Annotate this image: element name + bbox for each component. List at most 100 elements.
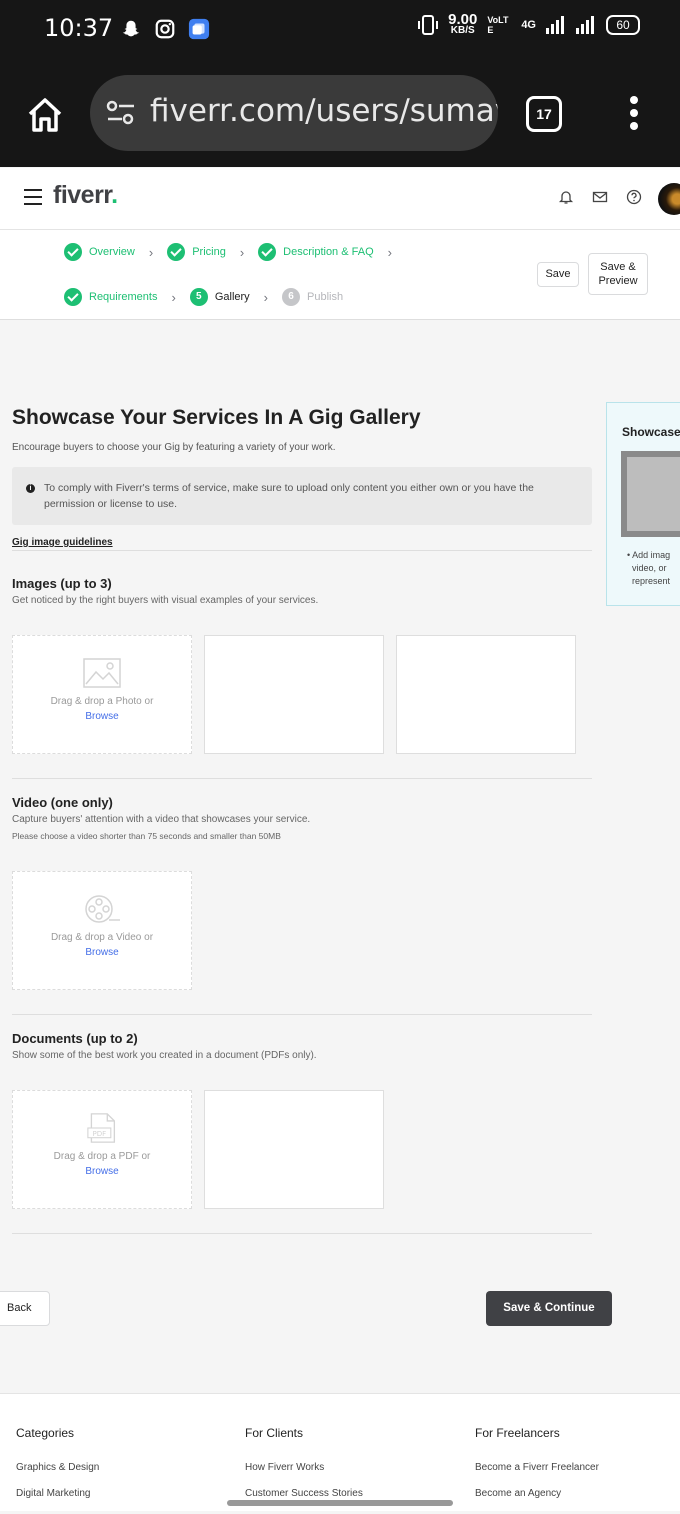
divider	[12, 550, 592, 551]
step-pricing[interactable]: Pricing	[167, 243, 226, 261]
step-description-faq[interactable]: Description & FAQ	[258, 243, 374, 261]
volte-label: VoLTE	[487, 15, 509, 35]
site-settings-icon[interactable]	[106, 100, 136, 126]
browser-menu-icon[interactable]	[628, 96, 640, 136]
divider	[12, 778, 592, 779]
document-slot-2[interactable]	[204, 1090, 384, 1209]
home-icon[interactable]	[26, 96, 64, 134]
save-continue-button[interactable]: Save & Continue	[486, 1291, 612, 1326]
footer-link[interactable]: Become a Fiverr Freelancer	[475, 1462, 599, 1473]
footer-link[interactable]: Customer Success Stories	[245, 1488, 363, 1499]
images-title: Images (up to 3)	[12, 576, 112, 591]
document-dropzone[interactable]: PDF Drag & drop a PDF or Browse	[12, 1090, 192, 1209]
step-overview[interactable]: Overview	[64, 243, 135, 261]
footer-link[interactable]: Graphics & Design	[16, 1462, 99, 1473]
film-reel-icon	[85, 895, 120, 923]
footer-link[interactable]: Digital Marketing	[16, 1488, 99, 1499]
check-icon	[64, 243, 82, 261]
hamburger-menu-icon[interactable]	[24, 189, 42, 205]
back-button[interactable]: Back	[0, 1291, 50, 1326]
divider	[12, 1233, 592, 1234]
chevron-right-icon: ›	[148, 244, 154, 260]
step-publish[interactable]: 6 Publish	[282, 288, 343, 306]
step-requirements[interactable]: Requirements	[64, 288, 157, 306]
showcase-tip-card: Showcase • Add imag video, or represent	[606, 402, 680, 606]
check-icon	[167, 243, 186, 261]
chevron-right-icon: ›	[387, 244, 392, 260]
site-header: fiverr.	[0, 168, 680, 230]
gallery-form: Showcase Your Services In A Gig Gallery …	[12, 400, 592, 1234]
step-gallery[interactable]: 5 Gallery	[189, 288, 250, 306]
network-type: 4G	[521, 19, 536, 31]
footer-heading: For Freelancers	[475, 1426, 560, 1440]
footer-categories: Categories Graphics & Design Digital Mar…	[16, 1426, 99, 1514]
document-browse-link[interactable]: Browse	[85, 1166, 118, 1177]
documents-description: Show some of the best work you created i…	[12, 1050, 317, 1061]
tab-switcher-button[interactable]: 17	[526, 96, 562, 132]
documents-section: Documents (up to 2) Show some of the bes…	[12, 1031, 592, 1209]
chevron-right-icon: ›	[239, 244, 245, 260]
divider	[12, 1014, 592, 1015]
image-browse-link[interactable]: Browse	[85, 711, 118, 722]
status-time: 10:37	[44, 14, 114, 42]
image-slot-3[interactable]	[396, 635, 576, 754]
footer-link[interactable]: Become an Agency	[475, 1488, 599, 1499]
video-browse-link[interactable]: Browse	[85, 947, 118, 958]
image-placeholder-icon	[83, 658, 121, 688]
save-button[interactable]: Save	[537, 262, 579, 287]
tip-card-bullet: • Add imag video, or represent	[627, 550, 671, 586]
tip-card-thumbnail	[621, 451, 680, 537]
check-icon	[64, 288, 82, 306]
net-speed: 9.00 KB/S	[448, 11, 478, 36]
check-icon	[258, 243, 277, 261]
signal-icon-2	[576, 16, 594, 34]
video-section: Video (one only) Capture buyers' attenti…	[12, 795, 592, 990]
notifications-bell-icon[interactable]	[558, 189, 574, 205]
video-note: Please choose a video shorter than 75 se…	[12, 831, 281, 841]
documents-title: Documents (up to 2)	[12, 1031, 138, 1046]
user-avatar[interactable]	[658, 183, 680, 215]
image-drop-text: Drag & drop a Photo or	[50, 696, 154, 707]
steps-row-1: Overview › Pricing › Description & FAQ ›	[64, 243, 406, 261]
images-description: Get noticed by the right buyers with vis…	[12, 595, 319, 606]
status-app-icons	[120, 18, 210, 40]
status-indicators: 9.00 KB/S VoLTE 4G 60	[418, 11, 640, 36]
page-subtitle: Encourage buyers to choose your Gig by f…	[12, 442, 336, 453]
chevron-right-icon: ›	[171, 289, 176, 305]
video-title: Video (one only)	[12, 795, 113, 810]
step-number: 6	[282, 288, 301, 306]
step-number: 5	[189, 288, 208, 306]
info-icon: i	[26, 484, 35, 493]
messages-envelope-icon[interactable]	[592, 189, 608, 205]
pdf-file-icon: PDF	[87, 1113, 116, 1143]
footer-link[interactable]: How Fiverr Works	[245, 1462, 363, 1473]
snapchat-icon	[122, 20, 140, 37]
help-question-icon[interactable]	[626, 189, 642, 205]
battery-indicator: 60	[606, 15, 640, 35]
document-drop-text: Drag & drop a PDF or	[53, 1151, 151, 1162]
instagram-icon	[155, 19, 175, 39]
chevron-right-icon: ›	[263, 289, 269, 305]
footer-heading: Categories	[16, 1426, 75, 1440]
notice-text: To comply with Fiverr's terms of service…	[44, 482, 534, 510]
url-text: fiverr.com/users/sumay	[150, 93, 498, 129]
status-bar: 10:37 9.00 KB/S VoLTE 4G 60	[0, 0, 680, 60]
image-slot-2[interactable]	[204, 635, 384, 754]
images-section: Images (up to 3) Get noticed by the righ…	[12, 576, 592, 754]
tip-card-title: Showcase	[622, 425, 680, 439]
save-preview-button[interactable]: Save & Preview	[588, 253, 648, 295]
gig-steps-bar: Overview › Pricing › Description & FAQ ›…	[0, 230, 680, 320]
signal-icon	[546, 16, 564, 34]
video-drop-text: Drag & drop a Video or	[50, 932, 154, 943]
footer-heading: For Clients	[245, 1426, 304, 1440]
gesture-home-bar[interactable]	[227, 1500, 453, 1506]
video-description: Capture buyers' attention with a video t…	[12, 814, 311, 825]
gig-image-guidelines-link[interactable]: Gig image guidelines	[12, 537, 592, 548]
page-title: Showcase Your Services In A Gig Gallery	[12, 406, 421, 429]
site-footer: Categories Graphics & Design Digital Mar…	[0, 1393, 680, 1511]
address-bar[interactable]: fiverr.com/users/sumay	[90, 75, 498, 151]
steps-row-2: Requirements › 5 Gallery › 6 Publish	[64, 288, 343, 306]
video-dropzone[interactable]: Drag & drop a Video or Browse	[12, 871, 192, 990]
image-dropzone[interactable]: Drag & drop a Photo or Browse	[12, 635, 192, 754]
fiverr-logo[interactable]: fiverr.	[53, 181, 118, 210]
